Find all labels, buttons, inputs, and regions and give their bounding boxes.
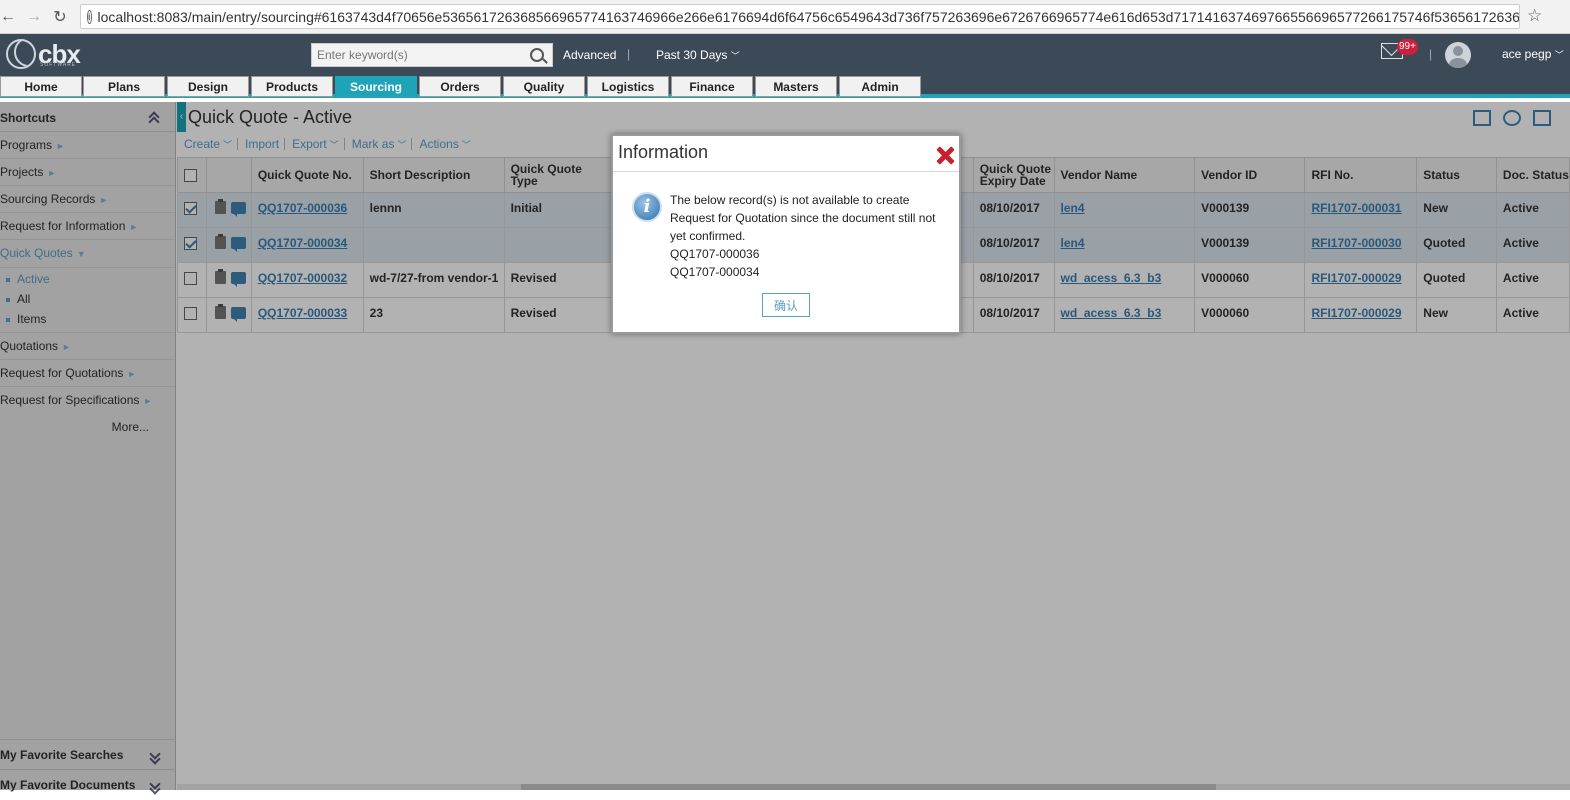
dialog-message-line: Request for Quotation since the document… (670, 211, 936, 225)
tab-admin[interactable]: Admin (839, 76, 921, 97)
search-input[interactable] (312, 44, 522, 66)
close-icon[interactable] (936, 146, 954, 164)
tab-finance[interactable]: Finance (671, 76, 753, 97)
main-nav: Home Plans Design Products Sourcing Orde… (0, 76, 1570, 98)
tab-plans[interactable]: Plans (83, 76, 165, 97)
info-icon: i (632, 192, 662, 222)
advanced-search-link[interactable]: Advanced (563, 48, 616, 62)
header-separator-2: | (1429, 47, 1433, 61)
dialog-message: The below record(s) is not available to … (670, 191, 950, 281)
dialog-message-line: The below record(s) is not available to … (670, 193, 910, 207)
bookmark-star-icon[interactable]: ☆ (1527, 6, 1542, 26)
tab-logistics[interactable]: Logistics (587, 76, 669, 97)
logo-subtext: SOFTWARE (40, 62, 77, 68)
user-menu[interactable]: ace pegp ﹀ (1502, 47, 1564, 61)
dialog-record: QQ1707-000036 (670, 247, 760, 261)
url-text: localhost:8083/main/entry/sourcing#61637… (97, 8, 1520, 25)
mail-count-badge: 99+ (1397, 39, 1418, 55)
info-icon[interactable]: i (87, 9, 92, 24)
tab-masters[interactable]: Masters (755, 76, 837, 97)
header-separator: | (627, 47, 631, 61)
forward-icon[interactable]: → (22, 5, 46, 29)
chevron-down-icon: ﹀ (1554, 50, 1564, 60)
dialog-message-line: yet confirmed. (670, 229, 746, 243)
information-dialog: Information i The below record(s) is not… (611, 134, 961, 334)
tab-orders[interactable]: Orders (419, 76, 501, 97)
tab-home[interactable]: Home (0, 76, 82, 97)
tab-products[interactable]: Products (251, 76, 333, 97)
dialog-record: QQ1707-000034 (670, 265, 760, 279)
browser-toolbar: ← → ↻ i localhost:8083/main/entry/sourci… (0, 0, 1570, 34)
tab-sourcing[interactable]: Sourcing (335, 76, 417, 97)
period-dropdown[interactable]: Past 30 Days ﹀ (656, 48, 740, 62)
reload-icon[interactable]: ↻ (48, 5, 72, 29)
period-label: Past 30 Days (656, 48, 728, 62)
dialog-title: Information (613, 136, 959, 172)
address-bar[interactable]: i localhost:8083/main/entry/sourcing#616… (80, 4, 1520, 29)
logo-mark-icon (6, 39, 36, 69)
user-name: ace pegp (1502, 47, 1552, 61)
tab-quality[interactable]: Quality (503, 76, 585, 97)
chevron-down-icon: ﹀ (730, 51, 740, 61)
avatar[interactable] (1445, 42, 1471, 68)
tab-design[interactable]: Design (167, 76, 249, 97)
back-icon[interactable]: ← (0, 5, 20, 29)
app-header: cbx SOFTWARE Advanced | Past 30 Days ﹀ 9… (0, 34, 1570, 76)
confirm-button[interactable]: 确认 (762, 293, 810, 317)
search-icon[interactable] (530, 48, 544, 62)
search-box (311, 43, 553, 67)
